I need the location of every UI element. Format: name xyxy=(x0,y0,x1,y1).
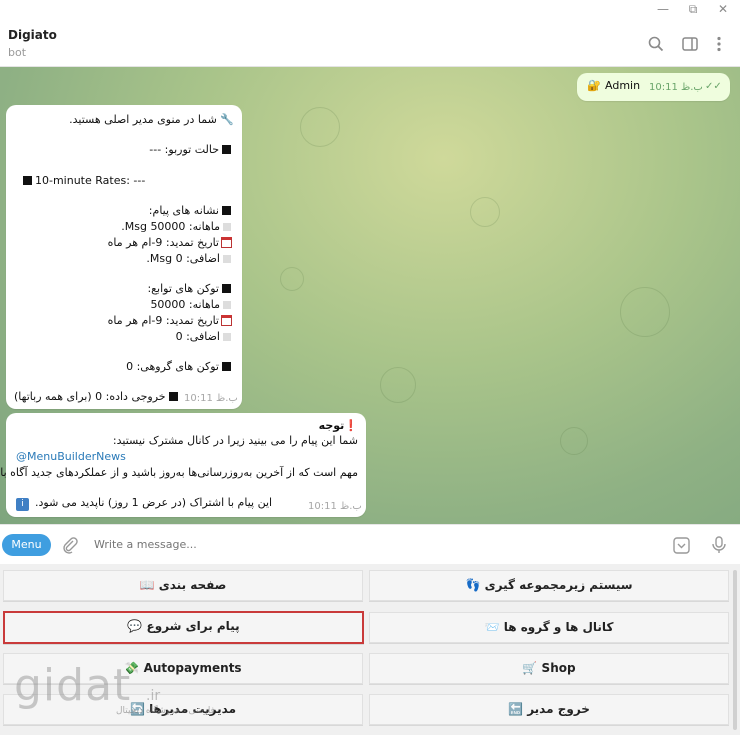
message-line: i .این پیام با اشتراک (در عرض 1 روز) ناپد… xyxy=(16,496,272,511)
message-time: ب.ظ 10:11 xyxy=(308,501,362,512)
background-doodle xyxy=(470,197,500,227)
message-text: Admin xyxy=(605,79,641,92)
message-line: مهم است که از آخرین به‌روزرسانی‌ها به‌رو… xyxy=(0,466,358,479)
info-icon: i xyxy=(16,498,29,511)
exit-admin-button[interactable]: 🔚 خروج مدیر xyxy=(369,694,729,725)
message-line: تاریخ تمدید: 9-ام هر ماه xyxy=(108,314,234,328)
message-composer: Menu xyxy=(0,524,740,564)
close-icon[interactable]: ✕ xyxy=(716,2,730,16)
admin-menu-message[interactable]: 🔧 شما در منوی مدیر اصلی هستید. حالت تورب… xyxy=(6,105,242,409)
message-line: 🔧 شما در منوی مدیر اصلی هستید. xyxy=(69,113,234,126)
chat-header: Digiato bot xyxy=(0,20,740,67)
notice-message[interactable]: ❗توجه شما این پیام را می بینید زیرا در ک… xyxy=(0,413,366,517)
footprints-icon: 👣 xyxy=(465,578,481,592)
more-options-icon[interactable] xyxy=(710,35,728,53)
chat-area[interactable]: 🔐 Admin ب.ظ 10:11 ✓✓ 🔧 شما در منوی مدیر … xyxy=(0,67,740,524)
message-line: حالت توربو: --- xyxy=(149,143,234,157)
shop-button[interactable]: 🛒 Shop xyxy=(369,653,729,684)
book-icon: 📖 xyxy=(139,578,155,592)
chat-title[interactable]: Digiato xyxy=(8,28,57,42)
message-line: شما این پیام را می بینید زیرا در کانال م… xyxy=(112,434,358,447)
channels-groups-button[interactable]: 📨 کانال ها و گروه ها xyxy=(369,612,729,643)
pagination-button[interactable]: 📖 صفحه بندی xyxy=(3,570,363,601)
keyboard-scrollbar[interactable] xyxy=(733,570,737,730)
watermark-tagline: فارسی - فروشگاه دیجیتال xyxy=(116,706,215,716)
message-input[interactable] xyxy=(94,538,634,551)
message-line: ماهانه: 50000 xyxy=(150,298,234,312)
menu-button[interactable]: Menu xyxy=(2,534,51,556)
bullet-square-icon xyxy=(222,362,231,371)
speech-bubble-icon: 💬 xyxy=(127,619,143,633)
exclamation-icon: ❗ xyxy=(344,419,358,432)
bullet-square-icon xyxy=(222,284,231,293)
inbox-icon: 📨 xyxy=(484,620,500,634)
background-doodle xyxy=(380,367,416,403)
message-line: اضافی: 0 Msg. xyxy=(146,252,234,266)
bullet-square-icon xyxy=(168,392,178,401)
search-icon[interactable] xyxy=(647,35,665,53)
bullet-square-icon xyxy=(222,206,231,215)
end-arrow-icon: 🔚 xyxy=(508,702,524,716)
microphone-icon[interactable] xyxy=(710,535,728,555)
bullet-light-icon xyxy=(223,301,231,309)
message-line: توکن های توابع: xyxy=(147,282,234,296)
start-message-button[interactable]: 💬 پیام برای شروع xyxy=(3,611,364,644)
background-doodle xyxy=(280,267,304,291)
calendar-icon xyxy=(221,315,232,326)
message-line: 10-minute Rates: --- xyxy=(20,174,145,188)
restore-icon[interactable]: ⧉ xyxy=(686,2,700,16)
message-time: ب.ظ 10:11 xyxy=(184,393,238,404)
channel-link[interactable]: @MenuBuilderNews xyxy=(16,450,126,464)
background-doodle xyxy=(560,427,588,455)
lock-icon: 🔐 xyxy=(587,79,601,92)
message-line: توکن های گروهی: 0 xyxy=(126,360,234,374)
bullet-square-icon xyxy=(222,145,231,154)
message-line: ❗توجه xyxy=(318,419,358,432)
watermark-logo: gidat xyxy=(14,660,132,711)
window-titlebar: — ⧉ ✕ xyxy=(0,0,740,20)
bullet-square-icon xyxy=(23,176,32,185)
chat-subtitle: bot xyxy=(8,46,27,59)
bot-keyboard-icon[interactable] xyxy=(672,536,691,555)
message-line: ماهانه: 50000 Msg. xyxy=(121,220,234,234)
wrench-icon: 🔧 xyxy=(220,113,234,126)
bullet-light-icon xyxy=(223,255,231,263)
attach-icon[interactable] xyxy=(61,536,79,554)
message-line: اضافی: 0 xyxy=(176,330,234,344)
calendar-icon xyxy=(221,237,232,248)
message-line: نشانه های پیام: xyxy=(149,204,234,218)
cart-icon: 🛒 xyxy=(522,661,538,675)
sidebar-toggle-icon[interactable] xyxy=(681,35,699,53)
minimize-icon[interactable]: — xyxy=(656,2,670,16)
watermark-tld: .ir xyxy=(146,688,161,704)
outgoing-message[interactable]: 🔐 Admin ب.ظ 10:11 ✓✓ xyxy=(577,73,730,101)
background-doodle xyxy=(620,287,670,337)
message-time: ب.ظ 10:11 xyxy=(649,82,703,93)
message-line: خروجی داده: 0 (برای همه رباتها) xyxy=(14,390,181,404)
background-doodle xyxy=(300,107,340,147)
bullet-light-icon xyxy=(223,333,231,341)
bullet-light-icon xyxy=(223,223,231,231)
read-check-icon: ✓✓ xyxy=(705,81,722,92)
message-line: تاریخ تمدید: 9-ام هر ماه xyxy=(108,236,234,250)
subscription-system-button[interactable]: 👣 سیستم زیرمجموعه گیری xyxy=(369,570,729,601)
